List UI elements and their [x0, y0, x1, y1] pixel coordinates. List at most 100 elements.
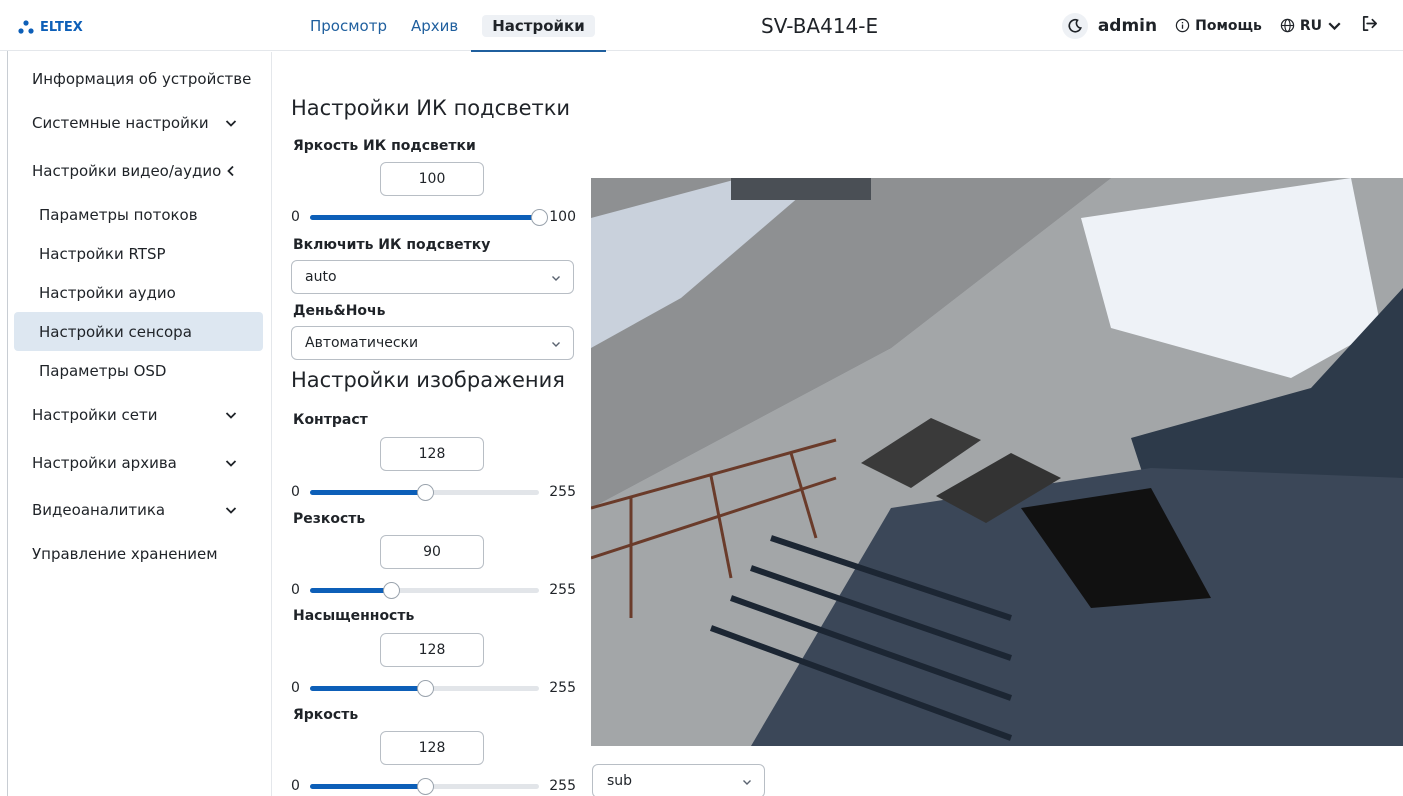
- sidebar-item-rtsp[interactable]: Настройки RTSP: [14, 234, 263, 273]
- contrast-slider[interactable]: 0 255: [291, 483, 576, 501]
- slider-max: 255: [549, 778, 576, 794]
- chevron-down-icon: [225, 507, 237, 514]
- globe-icon: [1280, 18, 1295, 33]
- chevron-down-icon: [225, 120, 237, 127]
- sidebar-item-network[interactable]: Настройки сети: [32, 406, 242, 424]
- sidebar-item-label: Настройки сенсора: [39, 322, 192, 341]
- chevron-left-icon: [227, 165, 234, 177]
- camera-preview[interactable]: [591, 178, 1403, 746]
- chevron-down-icon: [552, 276, 560, 281]
- tab-view[interactable]: Просмотр: [298, 0, 399, 51]
- logo-text: ELTEX: [40, 19, 83, 35]
- sidebar-item-label: Настройки аудио: [39, 283, 176, 302]
- sidebar-item-label: Настройки архива: [32, 454, 177, 472]
- tab-settings-label: Настройки: [482, 14, 595, 37]
- slider-fill: [310, 784, 425, 789]
- sidebar-item-label: Настройки видео/аудио: [32, 162, 222, 180]
- select-value: sub: [607, 773, 633, 789]
- chevron-down-icon: [552, 342, 560, 347]
- sidebar-item-audio[interactable]: Настройки аудио: [14, 273, 263, 312]
- slider-thumb[interactable]: [416, 484, 434, 501]
- select-value: auto: [305, 269, 337, 285]
- brightness-label: Яркость: [293, 707, 359, 723]
- sharpness-slider[interactable]: 0 255: [291, 581, 576, 599]
- slider-track: [310, 209, 548, 226]
- logout-icon: [1362, 15, 1378, 32]
- ir-brightness-slider[interactable]: 0 100: [291, 208, 576, 226]
- slider-fill: [310, 490, 425, 495]
- eltex-logo-icon: [18, 20, 34, 34]
- slider-min: 0: [291, 582, 300, 598]
- username[interactable]: admin: [1098, 16, 1157, 36]
- sidebar-item-label: Информация об устройстве: [32, 70, 252, 88]
- theme-toggle[interactable]: [1061, 12, 1088, 39]
- top-bar: ELTEX Просмотр Архив Настройки SV-BA414-…: [0, 0, 1403, 52]
- moon-icon: [1068, 18, 1082, 32]
- select-value: Автоматически: [305, 335, 419, 351]
- ir-enable-label: Включить ИК подсветку: [293, 237, 491, 253]
- help-button[interactable]: Помощь: [1175, 18, 1262, 34]
- slider-track: [310, 582, 539, 599]
- sidebar: Информация об устройстве Системные настр…: [8, 52, 272, 796]
- ir-brightness-label: Яркость ИК подсветки: [293, 138, 476, 154]
- sidebar-item-system[interactable]: Системные настройки: [32, 114, 242, 132]
- sidebar-item-label: Параметры потоков: [39, 205, 198, 224]
- main-tabs: Просмотр Архив Настройки: [298, 0, 607, 52]
- language-select[interactable]: RU: [1280, 18, 1342, 34]
- tab-archive-label: Архив: [410, 16, 459, 35]
- slider-track: [310, 484, 539, 501]
- sidebar-item-storage[interactable]: Управление хранением: [32, 545, 218, 563]
- logout-button[interactable]: [1360, 14, 1379, 37]
- slider-thumb[interactable]: [416, 778, 434, 795]
- tab-settings[interactable]: Настройки: [470, 0, 607, 52]
- sidebar-item-archive[interactable]: Настройки архива: [32, 454, 242, 472]
- sidebar-item-streams[interactable]: Параметры потоков: [14, 195, 263, 234]
- sidebar-item-osd[interactable]: Параметры OSD: [14, 351, 263, 390]
- slider-track: [310, 680, 539, 697]
- brightness-input[interactable]: 128: [380, 731, 484, 765]
- ir-enable-select[interactable]: auto: [291, 260, 574, 294]
- sidebar-item-label: Управление хранением: [32, 545, 218, 563]
- settings-panel: Настройки ИК подсветки Яркость ИК подсве…: [272, 52, 590, 796]
- slider-min: 0: [291, 209, 300, 225]
- tab-view-label: Просмотр: [310, 16, 387, 35]
- slider-fill: [310, 588, 391, 593]
- slider-max: 100: [549, 209, 576, 225]
- chevron-down-icon: [225, 460, 237, 467]
- sharpness-input[interactable]: 90: [380, 535, 484, 569]
- saturation-label: Насыщенность: [293, 608, 415, 624]
- image-section-title: Настройки изображения: [291, 368, 565, 392]
- slider-thumb[interactable]: [416, 680, 434, 697]
- help-label: Помощь: [1195, 17, 1262, 34]
- brightness-slider[interactable]: 0 255: [291, 777, 576, 795]
- sidebar-item-label: Настройки сети: [32, 406, 158, 424]
- slider-thumb[interactable]: [531, 209, 548, 226]
- slider-fill: [310, 215, 539, 220]
- eltex-logo[interactable]: ELTEX: [18, 19, 83, 35]
- slider-max: 255: [549, 680, 576, 696]
- sidebar-item-analytics[interactable]: Видеоаналитика: [32, 501, 242, 519]
- chevron-down-icon: [225, 412, 237, 419]
- sidebar-item-video-audio[interactable]: Настройки видео/аудио: [32, 162, 242, 180]
- saturation-input[interactable]: 128: [380, 633, 484, 667]
- daynight-label: День&Ночь: [293, 303, 386, 319]
- header-tools: admin Помощь RU: [1061, 0, 1379, 51]
- daynight-select[interactable]: Автоматически: [291, 326, 574, 360]
- chevron-down-icon: [1328, 22, 1341, 31]
- slider-thumb[interactable]: [382, 582, 400, 599]
- sidebar-item-label: Системные настройки: [32, 114, 209, 132]
- chevron-down-icon: [743, 780, 751, 785]
- tab-archive[interactable]: Архив: [399, 0, 470, 51]
- ir-brightness-input[interactable]: 100: [380, 162, 484, 196]
- contrast-input[interactable]: 128: [380, 437, 484, 471]
- sidebar-item-sensor[interactable]: Настройки сенсора: [14, 312, 263, 351]
- slider-min: 0: [291, 680, 300, 696]
- info-icon: [1175, 18, 1190, 33]
- saturation-slider[interactable]: 0 255: [291, 679, 576, 697]
- device-title: SV-BA414-E: [761, 14, 879, 38]
- slider-min: 0: [291, 484, 300, 500]
- slider-track: [310, 778, 539, 795]
- stream-select[interactable]: sub: [592, 764, 765, 796]
- sidebar-item-device-info[interactable]: Информация об устройстве: [32, 70, 251, 88]
- slider-max: 255: [549, 484, 576, 500]
